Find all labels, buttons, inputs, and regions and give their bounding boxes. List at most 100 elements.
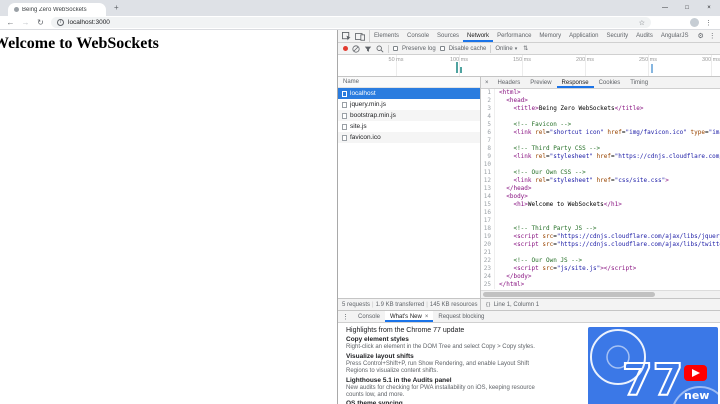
close-button[interactable]: ×: [698, 5, 720, 11]
devtools-tab-performance[interactable]: Performance: [493, 30, 535, 42]
search-icon[interactable]: [376, 45, 384, 53]
back-button[interactable]: ←: [4, 18, 17, 27]
line-number: 21: [481, 249, 495, 257]
drawer-tab-console[interactable]: Console: [353, 311, 385, 322]
column-header-name[interactable]: Name: [338, 77, 480, 88]
code-line: 24 </body>: [481, 273, 720, 281]
refresh-button[interactable]: ↻: [34, 18, 47, 27]
line-number: 18: [481, 225, 495, 233]
detail-tab-response[interactable]: Response: [557, 77, 594, 88]
preserve-log-checkbox[interactable]: [393, 46, 398, 51]
address-bar[interactable]: i localhost:3000 ☆: [51, 17, 651, 28]
network-summary: 5 requests | 1.9 KB transferred | 145 KB res…: [338, 299, 481, 310]
device-toolbar-button[interactable]: [355, 32, 365, 41]
bookmark-star-icon[interactable]: ☆: [639, 19, 645, 27]
code-line: 5 <!-- Favicon -->: [481, 121, 720, 129]
detail-tabbar: × Headers Preview Response Cookies Timing: [481, 77, 720, 89]
disable-cache-checkbox[interactable]: [439, 46, 445, 51]
profile-avatar[interactable]: [690, 18, 699, 27]
line-number: 19: [481, 233, 495, 241]
code-line: 13 </head>: [481, 185, 720, 193]
devtools-tab-security[interactable]: Security: [602, 30, 632, 42]
whats-new-banner[interactable]: 77 new: [588, 327, 718, 404]
network-overview[interactable]: 50 ms 100 ms 150 ms 200 ms 250 ms 300 ms: [338, 55, 720, 77]
request-row-favicon-ico[interactable]: favicon.ico: [338, 132, 480, 143]
timeline-label: 50 ms: [388, 57, 404, 63]
request-row-bootstrap-min-js[interactable]: bootstrap.min.js: [338, 110, 480, 121]
drawer-menu-button[interactable]: ⋮: [338, 311, 353, 322]
code-line: 18 <!-- Third Party JS -->: [481, 225, 720, 233]
tab-title: Being Zero WebSockets: [22, 6, 87, 13]
whats-new-item-desc: Press Control+Shift+P, run Show Renderin…: [346, 360, 530, 374]
devtools-tab-application[interactable]: Application: [565, 30, 602, 42]
drawer-tab-what-s-new[interactable]: What's New ×: [385, 311, 434, 322]
request-row-site-js[interactable]: site.js: [338, 121, 480, 132]
site-info-icon[interactable]: i: [57, 19, 64, 26]
drawer-tab-request-blocking[interactable]: Request blocking: [433, 311, 489, 322]
minimize-button[interactable]: —: [654, 5, 676, 11]
maximize-button[interactable]: □: [676, 5, 698, 11]
devtools-menu-button[interactable]: ⋮: [709, 32, 716, 40]
timeline-activity-bar: [460, 67, 462, 73]
request-name: site.js: [350, 123, 367, 130]
detail-tab-preview[interactable]: Preview: [525, 77, 556, 88]
code-line: 1 <html>: [481, 89, 720, 97]
line-number: 2: [481, 97, 495, 105]
devtools-tab-audits[interactable]: Audits: [632, 30, 657, 42]
detail-tab-headers[interactable]: Headers: [493, 77, 526, 88]
detail-tab-cookies[interactable]: Cookies: [594, 77, 626, 88]
status-item: 145 KB resources: [429, 301, 478, 308]
timeline-label: 250 ms: [638, 57, 658, 63]
request-name: favicon.ico: [350, 134, 381, 141]
timeline-label: 100 ms: [449, 57, 469, 63]
pretty-print-button[interactable]: { }: [486, 302, 490, 308]
code-text: <link rel="stylesheet" href="https://cdn…: [513, 153, 720, 160]
devtools-panel: Elements Console Sources Network Performance…: [337, 30, 720, 404]
code-line: 21: [481, 249, 720, 257]
code-line: 6 <link rel="shortcut icon" href="img/fa…: [481, 129, 720, 137]
throttling-select[interactable]: Online ▾: [495, 46, 517, 52]
timeline-label: 150 ms: [512, 57, 532, 63]
request-row-localhost[interactable]: localhost: [338, 88, 480, 99]
drawer-tabbar: ⋮ Console What's New × Request blocking: [338, 311, 720, 323]
close-icon[interactable]: ×: [425, 314, 429, 320]
code-line: 16: [481, 209, 720, 217]
close-details-button[interactable]: ×: [481, 77, 493, 88]
horizontal-scrollbar[interactable]: [481, 290, 720, 298]
import-export-har-icon[interactable]: ⇅: [523, 45, 528, 52]
page-heading: Welcome to WebSockets: [0, 35, 159, 52]
code-line: 10: [481, 161, 720, 169]
browser-tab[interactable]: Being Zero WebSockets: [8, 3, 106, 16]
browser-menu-button[interactable]: ⋮: [705, 19, 712, 27]
devtools-tab-console[interactable]: Console: [403, 30, 433, 42]
new-tab-button[interactable]: +: [114, 3, 119, 12]
devtools-tab-sources[interactable]: Sources: [433, 30, 463, 42]
devtools-tab-elements[interactable]: Elements: [370, 30, 403, 42]
line-number: 9: [481, 153, 495, 161]
devtools-tab-memory[interactable]: Memory: [535, 30, 565, 42]
record-button[interactable]: [343, 46, 348, 51]
line-number: 14: [481, 193, 495, 201]
line-number: 1: [481, 89, 495, 97]
code-area[interactable]: 1 <html> 2 <head> 3 <title>Being Zero WebSo…: [481, 89, 720, 290]
code-text: <script src="https://cdnjs.cloudflare.co…: [513, 233, 720, 240]
devtools-tab-network[interactable]: Network: [463, 30, 493, 42]
clear-button[interactable]: [352, 44, 360, 53]
code-line: 19 <script src="https://cdnjs.cloudflare…: [481, 233, 720, 241]
page-content: Welcome to WebSockets: [0, 31, 337, 404]
devtools-tab-angularjs[interactable]: AngularJS: [657, 30, 693, 42]
drawer-tab-label: Request blocking: [438, 313, 485, 320]
summary-separator: |: [372, 301, 374, 308]
request-row-jquery-min-js[interactable]: jquery.min.js: [338, 99, 480, 110]
forward-button[interactable]: →: [19, 18, 32, 27]
settings-gear-icon[interactable]: ⚙: [698, 32, 704, 40]
file-icon: [342, 112, 347, 119]
scrollbar-thumb[interactable]: [483, 292, 655, 297]
youtube-play-icon[interactable]: [684, 365, 707, 381]
timeline-label: 300 ms: [701, 57, 720, 63]
filter-icon[interactable]: [364, 45, 372, 53]
detail-tab-timing[interactable]: Timing: [625, 77, 653, 88]
inspect-element-button[interactable]: [342, 31, 351, 41]
browser-toolbar: ← → ↻ i localhost:3000 ☆ ⋮: [0, 16, 720, 30]
